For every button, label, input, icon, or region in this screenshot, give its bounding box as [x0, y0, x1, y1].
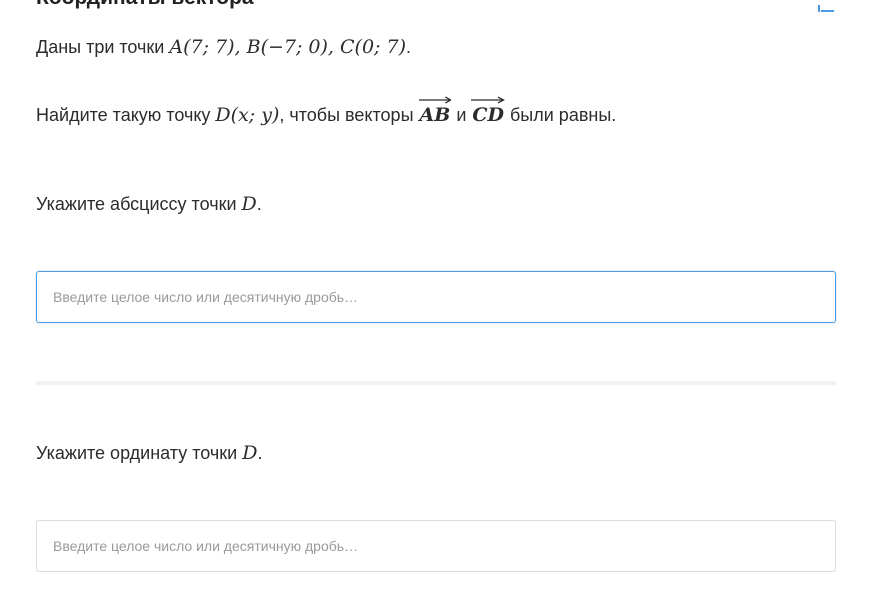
vector-cd: CD — [471, 96, 505, 127]
vector-cd-label: CD — [472, 104, 504, 126]
problem-text: были равны. — [505, 105, 617, 125]
points-formula: A(7; 7), B(−7; 0), C(0; 7) — [169, 36, 406, 58]
abscissa-answer-input[interactable] — [36, 271, 836, 323]
point-d-symbol: D — [241, 193, 257, 215]
question-text: Укажите ординату точки — [36, 443, 243, 463]
problem-text: . — [406, 37, 412, 57]
question-ordinate: Укажите ординату точки D. — [36, 441, 262, 465]
problem-statement-points: Даны три точки A(7; 7), B(−7; 0), C(0; 7… — [36, 35, 411, 59]
problem-statement-task: Найдите такую точку D(x; y), чтобы векто… — [36, 96, 617, 127]
vector-ab-label: AB — [419, 104, 451, 126]
problem-text: Даны три точки — [36, 37, 170, 57]
question-text: Укажите абсциссу точки — [36, 194, 242, 214]
section-divider — [36, 381, 836, 385]
question-text: . — [257, 443, 263, 463]
page-title: Координаты вектора — [36, 0, 254, 10]
problem-text: , чтобы векторы — [279, 105, 419, 125]
list-icon[interactable] — [818, 0, 834, 12]
vector-ab: AB — [418, 96, 452, 127]
problem-text: Найдите такую точку — [36, 105, 216, 125]
question-abscissa: Укажите абсциссу точки D. — [36, 192, 262, 216]
point-d-symbol: D — [242, 442, 258, 464]
question-text: . — [256, 194, 262, 214]
vector-arrow-icon — [471, 96, 505, 104]
point-d-formula: D(x; y) — [215, 104, 280, 126]
vector-arrow-icon — [418, 96, 452, 104]
ordinate-answer-input[interactable] — [36, 520, 836, 572]
problem-text: и — [451, 105, 472, 125]
